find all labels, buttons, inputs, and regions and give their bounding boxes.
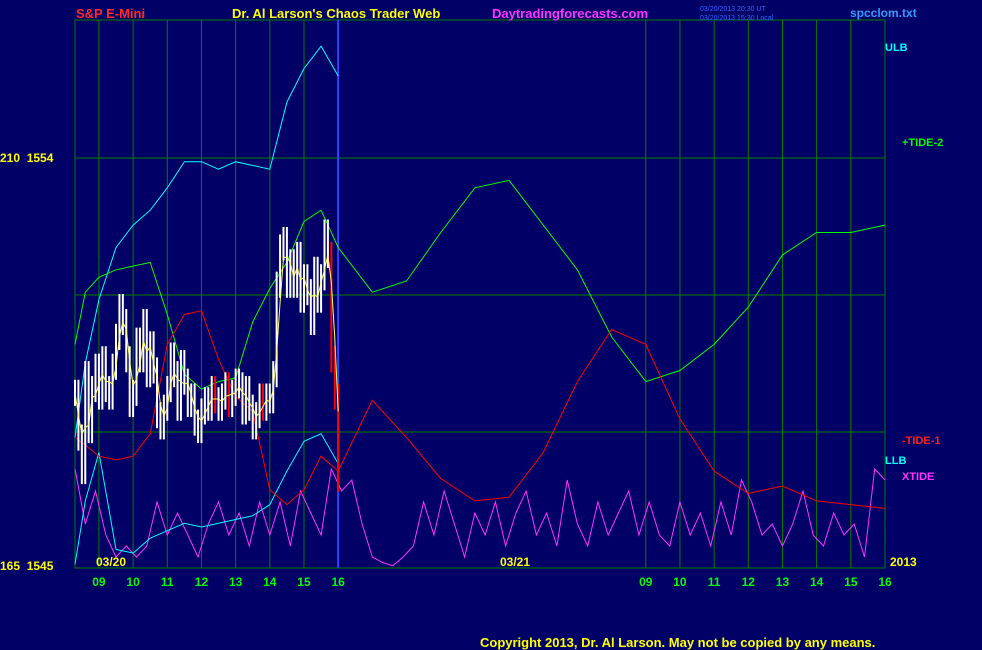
x-tick-label: 11 [161,575,174,589]
x-tick-label: 15 [297,575,311,589]
date-label-second: 03/21 [500,555,530,569]
time-local: 03/20/2013 15:30 Local [700,15,774,22]
label-ulb: ULB [885,42,908,54]
label-xtide: XTIDE [902,471,934,483]
x-tick-label: 11 [708,575,721,589]
x-tick-label: 09 [92,575,106,589]
symbol-label: S&P E-Mini [76,6,145,21]
label-tide1: -TIDE-1 [902,435,941,447]
x-tick-label: 14 [263,575,277,589]
x-tick-label: 15 [844,575,858,589]
x-tick-label: 09 [639,575,653,589]
x-tick-label: 10 [673,575,687,589]
x-tick-label: 13 [776,575,790,589]
year-label: 2013 [890,555,917,569]
label-tide2: +TIDE-2 [902,137,943,149]
copyright: Copyright 2013, Dr. Al Larson. May not b… [480,635,875,650]
date-label-first: 03/20 [96,555,126,569]
time-utc: 03/20/2013 20:30 UT [700,6,766,13]
price-label-lower: 165 1545 [0,559,54,573]
x-tick-label: 14 [810,575,824,589]
x-tick-label: 10 [126,575,140,589]
price-label-upper: 210 1554 [0,151,54,165]
x-tick-label: 13 [229,575,243,589]
x-tick-label: 16 [878,575,892,589]
chart-title: Dr. Al Larson's Chaos Trader Web [232,6,440,21]
x-tick-label: 16 [331,575,345,589]
label-llb: LLB [885,455,906,467]
x-tick-label: 12 [195,575,209,589]
site-link[interactable]: Daytradingforecasts.com [492,6,648,21]
chart-canvas: 09 10 11 12 13 14 15 16 09 10 11 12 13 14 15 16 S&P E-M… [0,0,982,650]
x-tick-label: 12 [742,575,756,589]
file-name: spcclom.txt [850,6,917,20]
